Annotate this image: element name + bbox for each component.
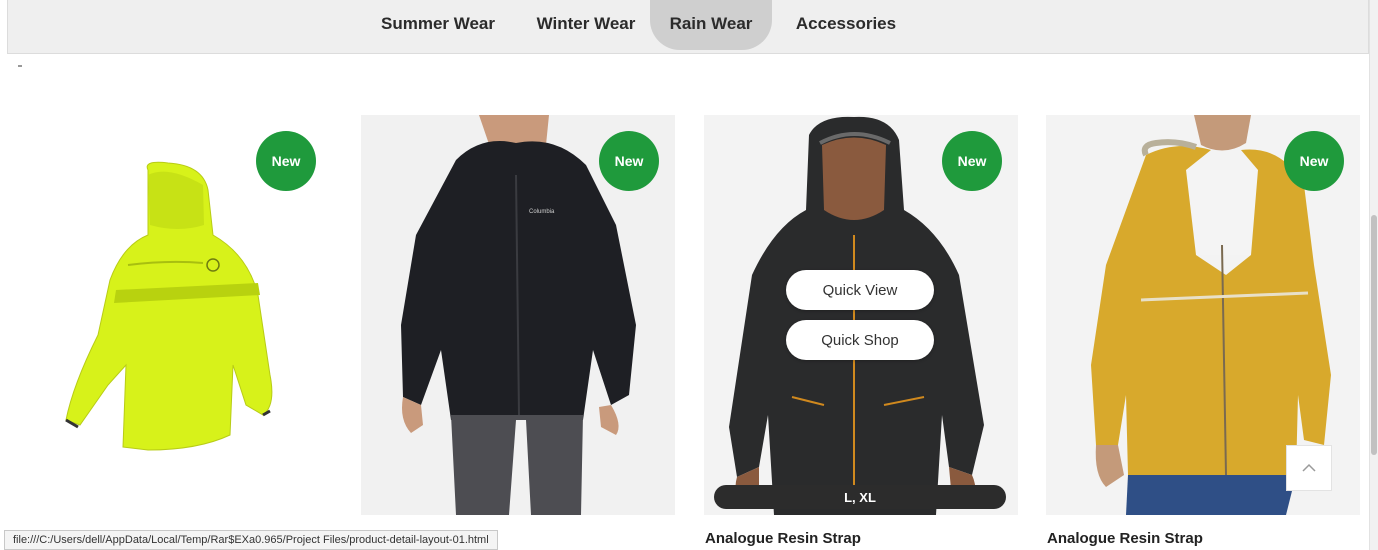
scrollbar-thumb[interactable]	[1371, 215, 1377, 455]
back-to-top-button[interactable]	[1286, 445, 1332, 491]
tab-winter-wear[interactable]: Winter Wear	[518, 0, 654, 50]
new-badge: New	[942, 131, 1002, 191]
page: Summer Wear Winter Wear Rain Wear Access…	[0, 0, 1378, 550]
product-card-1[interactable]: New	[18, 115, 332, 515]
svg-text:Columbia: Columbia	[529, 209, 555, 215]
new-badge: New	[599, 131, 659, 191]
new-badge: New	[256, 131, 316, 191]
category-tab-bar: Summer Wear Winter Wear Rain Wear Access…	[7, 0, 1369, 54]
chevron-up-icon	[1302, 463, 1316, 472]
product-title-3[interactable]: Analogue Resin Strap	[705, 530, 861, 547]
browser-status-url: file:///C:/Users/dell/AppData/Local/Temp…	[4, 530, 498, 550]
product-title-4[interactable]: Analogue Resin Strap	[1047, 530, 1203, 547]
tab-accessories[interactable]: Accessories	[776, 0, 916, 50]
quick-view-button[interactable]: Quick View	[786, 270, 934, 310]
product-card-2[interactable]: Columbia New	[361, 115, 675, 515]
quick-shop-button[interactable]: Quick Shop	[786, 320, 934, 360]
tab-summer-wear[interactable]: Summer Wear	[358, 0, 518, 50]
tab-rain-wear[interactable]: Rain Wear	[650, 0, 772, 50]
page-scrollbar[interactable]	[1369, 0, 1378, 550]
divider-mark	[18, 65, 22, 67]
new-badge: New	[1284, 131, 1344, 191]
product-card-4[interactable]: New	[1046, 115, 1360, 515]
product-card-3[interactable]: New Quick View Quick Shop L, XL	[704, 115, 1018, 515]
size-options-bar[interactable]: L, XL	[714, 485, 1006, 509]
